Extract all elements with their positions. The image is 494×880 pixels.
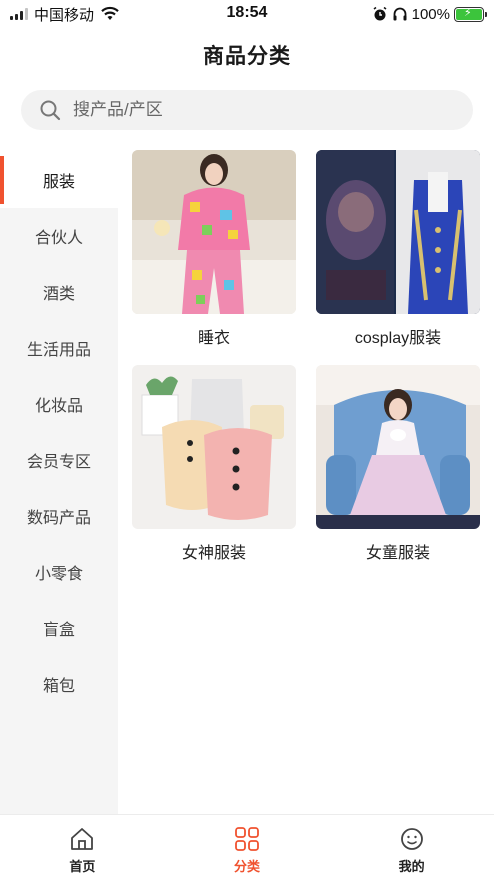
sidebar-item-label: 会员专区 [26, 454, 91, 471]
girl-dress-photo [316, 365, 480, 529]
product-image[interactable] [316, 365, 480, 529]
sidebar-item-daily-goods[interactable]: 生活用品 [0, 320, 118, 376]
sidebar-item-label: 化妆品 [34, 398, 83, 415]
sidebar-item-label: 生活用品 [26, 342, 91, 359]
product-card-women-clothing[interactable]: 女神服装 [132, 365, 296, 562]
headphones-icon [393, 7, 407, 21]
sidebar-item-liquor[interactable]: 酒类 [0, 264, 118, 320]
women-underwear-photo [132, 365, 296, 529]
product-grid: 睡衣 cosplay服装 女神服装 女童服装 [132, 150, 482, 562]
sidebar-item-bags[interactable]: 箱包 [0, 656, 118, 712]
sidebar-item-partner[interactable]: 合伙人 [0, 208, 118, 264]
search-icon [40, 100, 61, 121]
tab-home[interactable]: 首页 [0, 815, 165, 880]
product-card-pajamas[interactable]: 睡衣 [132, 150, 296, 347]
product-label[interactable]: 睡衣 [132, 324, 296, 347]
product-image[interactable] [316, 150, 480, 314]
bottom-tab-bar: 首页 分类 我的 [0, 814, 494, 880]
product-card-girls-clothing[interactable]: 女童服装 [316, 365, 480, 562]
search-bar[interactable] [21, 90, 473, 130]
category-sidebar: 服装 合伙人 酒类 生活用品 化妆品 会员专区 数码产品 小零食 盲盒 箱包 [0, 152, 118, 814]
sidebar-item-snacks[interactable]: 小零食 [0, 544, 118, 600]
sidebar-item-label: 盲盒 [42, 622, 75, 639]
sidebar-item-label: 酒类 [42, 286, 75, 303]
search-input[interactable] [73, 100, 433, 120]
sidebar-item-clothing[interactable]: 服装 [0, 152, 118, 208]
battery-icon: ⚡ [454, 6, 487, 22]
battery-percent: 100% [411, 5, 450, 23]
cosplay-costume-photo [316, 150, 480, 314]
pajamas-photo [132, 150, 296, 314]
product-image[interactable] [132, 365, 296, 529]
sidebar-item-members[interactable]: 会员专区 [0, 432, 118, 488]
sidebar-item-cosmetics[interactable]: 化妆品 [0, 376, 118, 432]
tab-profile[interactable]: 我的 [329, 815, 494, 880]
page-title: 商品分类 [203, 45, 291, 68]
sidebar-item-label: 服装 [42, 174, 75, 191]
category-icon [235, 827, 259, 851]
home-icon [71, 828, 94, 850]
tab-category[interactable]: 分类 [165, 815, 330, 880]
product-label[interactable]: cosplay服装 [316, 324, 480, 347]
sidebar-item-label: 数码产品 [26, 510, 91, 527]
product-card-cosplay[interactable]: cosplay服装 [316, 150, 480, 347]
product-label[interactable]: 女童服装 [316, 539, 480, 562]
status-bar: 中国移动 18:54 100% ⚡ [0, 0, 494, 28]
tab-label: 我的 [398, 859, 425, 874]
sidebar-item-digital[interactable]: 数码产品 [0, 488, 118, 544]
sidebar-item-blind-box[interactable]: 盲盒 [0, 600, 118, 656]
sidebar-item-label: 小零食 [34, 566, 83, 583]
product-label[interactable]: 女神服装 [132, 539, 296, 562]
status-right: 100% ⚡ [372, 4, 487, 24]
product-image[interactable] [132, 150, 296, 314]
profile-icon [400, 828, 423, 850]
sidebar-item-label: 箱包 [42, 678, 75, 695]
sidebar-item-label: 合伙人 [34, 230, 83, 247]
tab-label: 首页 [69, 859, 96, 874]
alarm-icon [373, 6, 387, 21]
tab-label: 分类 [234, 859, 261, 874]
